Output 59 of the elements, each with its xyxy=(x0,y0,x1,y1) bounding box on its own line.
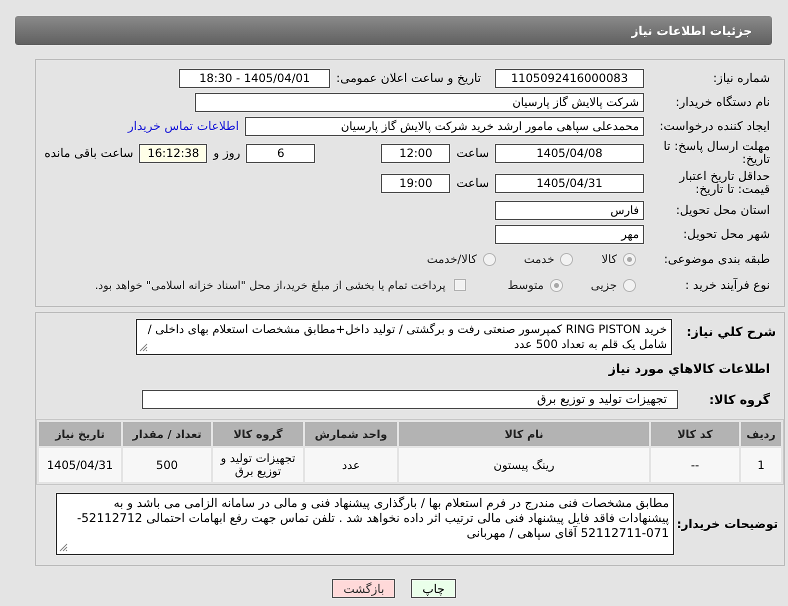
process-radio[interactable]: جزیی xyxy=(590,278,636,292)
resize-grip-icon[interactable] xyxy=(59,543,68,552)
column-header: واحد شمارش xyxy=(305,422,397,446)
goods-group-field[interactable]: تجهیزات تولید و توزیع برق xyxy=(142,390,678,408)
table-cell: عدد xyxy=(305,448,397,482)
validity-date-field[interactable]: 1405/04/31 xyxy=(495,174,644,192)
table-cell: 1405/04/31 xyxy=(39,448,121,482)
column-header: گروه کالا xyxy=(213,422,303,446)
announce-date-field[interactable]: 1405/04/01 - 18:30 xyxy=(179,68,330,88)
province-field[interactable]: فارس xyxy=(495,200,644,220)
field-label: نوع فرآیند خرید : xyxy=(684,278,771,292)
column-header: تعداد / مقدار xyxy=(123,422,211,446)
payment-checkbox[interactable]: پرداخت تمام یا بخشی از مبلغ خرید،از محل "اسناد خزانه اسلامی" خواهد بود. xyxy=(94,278,466,292)
column-header: کد کالا xyxy=(651,422,739,446)
back-button[interactable]: بازگشت xyxy=(332,579,396,598)
table-cell: 1 xyxy=(741,448,781,482)
category-radio[interactable]: خدمت xyxy=(524,252,574,266)
table-cell: -- xyxy=(651,448,739,482)
section-title: اطلاعات كالاهاي مورد نياز xyxy=(608,362,771,374)
page-title-bar: جزئیات اطلاعات نیاز xyxy=(15,16,772,45)
buyer-notes-field[interactable]: مطابق مشخصات فنی مندرج در فرم استعلام بها / بارگذاری پیشنهاد فنی و مالی در سامانه الزامی می باشد و به پیشنهادات فاقد فایل پیشنهاد فنی مالی ترتیب اثر داده نخواهد شد . تلفن تماس جهت رفع ابهامات احتمالی 52112712-071-52112711 آقای سپاهی / مهربانی xyxy=(56,493,674,555)
field-label: روز و xyxy=(213,146,240,160)
days-field[interactable]: 6 xyxy=(246,144,316,162)
field-label: ساعت xyxy=(456,176,489,190)
table-cell: 500 xyxy=(123,448,211,482)
reply-date-field[interactable]: 1405/04/08 xyxy=(495,144,644,162)
table-cell: رینگ پیستون xyxy=(399,448,649,482)
field-label: حداقل تاریخ اعتبار قیمت: تا تاریخ: xyxy=(678,170,771,196)
city-field[interactable]: مهر xyxy=(495,224,644,244)
field-label: شهر محل تحویل: xyxy=(682,228,771,240)
field-label: گروه کالا: xyxy=(708,392,771,406)
field-label: شرح كلي نياز: xyxy=(686,323,777,338)
column-header: تاریخ نیاز xyxy=(39,422,121,446)
field-label: طبقه بندی موضوعی: xyxy=(662,252,771,266)
print-button[interactable]: چاپ xyxy=(411,579,456,598)
process-radio[interactable]: متوسط xyxy=(508,278,563,292)
requester-field[interactable]: محمدعلی سپاهی مامور ارشد خرید شرکت پالایش گاز پارسیان xyxy=(245,116,644,136)
field-label: تاریخ و ساعت اعلان عمومی: xyxy=(336,71,481,85)
column-header: نام کالا xyxy=(399,422,649,446)
category-radio[interactable]: کالا/خدمت xyxy=(426,252,496,266)
field-label: شماره نیاز: xyxy=(712,72,771,84)
validity-time-field[interactable]: 19:00 xyxy=(381,174,450,192)
table-cell: تجهیزات تولید و توزیع برق xyxy=(213,448,303,482)
category-radio[interactable]: کالا xyxy=(601,252,636,266)
field-label: ساعت xyxy=(456,146,489,160)
field-label: مهلت ارسال پاسخ: تا تاریخ: xyxy=(662,140,771,166)
buyer-contact-link[interactable]: اطلاعات تماس خریدار xyxy=(128,119,239,133)
column-header: ردیف xyxy=(741,422,781,446)
field-label: استان محل تحویل: xyxy=(674,204,771,216)
remaining-time-field[interactable]: 16:12:38 xyxy=(139,144,208,162)
resize-grip-icon[interactable] xyxy=(139,343,148,352)
field-label: نام دستگاه خریدار: xyxy=(674,96,771,108)
description-field[interactable]: خرید RING PISTON کمپرسور صنعتی رفت و برگشتی / تولید داخل+مطابق مشخصات استعلام بهای داخلی / شامل یک قلم به تعداد 500 عدد xyxy=(136,319,672,355)
buyer-org-field[interactable]: شرکت پالایش گاز پارسیان xyxy=(195,92,644,112)
need-number-field[interactable]: 1105092416000083 xyxy=(495,68,644,88)
field-label: ایجاد کننده درخواست: xyxy=(658,120,771,132)
field-label: ساعت باقی مانده xyxy=(44,146,134,160)
reply-time-field[interactable]: 12:00 xyxy=(381,144,450,162)
field-label: توضیحات خریدار: xyxy=(676,518,779,530)
